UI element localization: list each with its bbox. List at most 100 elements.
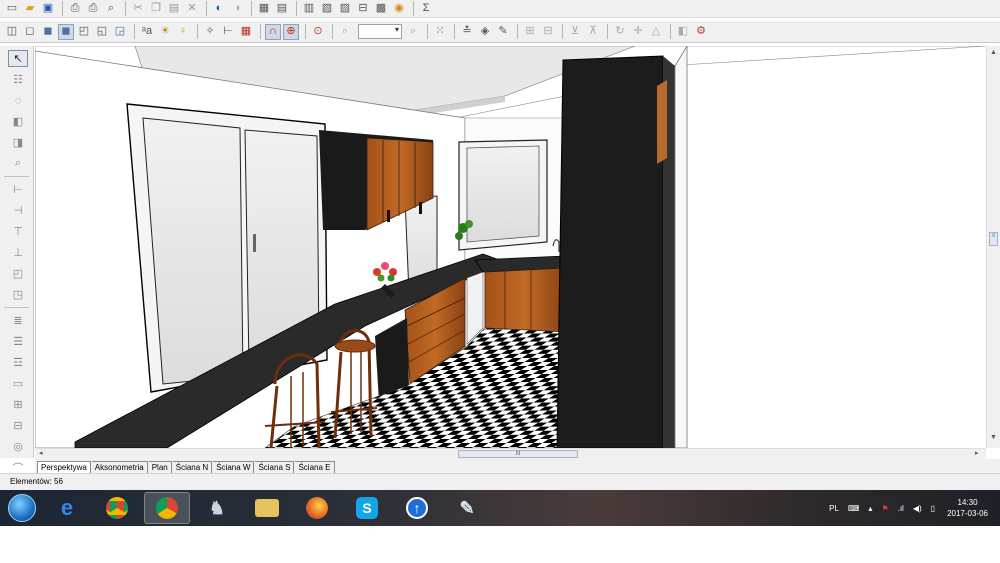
ungroup-icon[interactable]: ⊟ (540, 24, 556, 40)
door-tool-icon[interactable]: ◨ (8, 134, 28, 151)
counter-tool-icon[interactable]: ▭ (8, 375, 28, 392)
window-tool-icon[interactable]: ◧ (8, 113, 28, 130)
light-icon[interactable]: ☀ (157, 24, 173, 40)
magnet-icon[interactable]: ∩ (265, 23, 281, 40)
paste-icon[interactable]: ▤ (166, 1, 182, 17)
battery-icon[interactable]: ▯ (931, 504, 935, 513)
tab-aksonometria[interactable]: Aksonometria (91, 461, 148, 473)
fill-icon[interactable]: ◈ (477, 24, 493, 40)
volume-icon[interactable]: ◀) (913, 504, 922, 513)
keyboard-icon[interactable]: ⌨ (848, 504, 860, 513)
taskbar-internet-explorer[interactable]: e (44, 492, 90, 524)
shaded-edges-icon[interactable]: ◼ (58, 23, 74, 40)
zoom-out-icon[interactable]: ⌕ (337, 24, 353, 40)
panel-tool-icon[interactable]: ☲ (8, 354, 28, 371)
list-view-icon[interactable]: ▧ (319, 1, 335, 17)
molding-tool-icon[interactable]: ⊟ (8, 417, 28, 434)
scroll-down-icon[interactable]: ▼ (990, 434, 997, 441)
open-folder-icon[interactable]: ▰ (22, 1, 38, 17)
start-button[interactable] (4, 491, 40, 525)
clock[interactable]: 14:30 2017-03-06 (947, 497, 988, 519)
scroll-up-icon[interactable]: ▲ (990, 49, 997, 56)
cabinet-tool-2-icon[interactable]: ⊣ (8, 202, 28, 219)
print-setup-icon[interactable]: ⎙ (67, 1, 83, 17)
select-arrow-icon[interactable]: ↖ (8, 50, 28, 67)
taskbar-file-explorer[interactable] (244, 492, 290, 524)
zoom-in-icon[interactable]: ⌕ (405, 24, 421, 40)
cabinet-tool-3-icon[interactable]: ⊤ (8, 223, 28, 240)
taskbar-skype[interactable]: S (344, 492, 390, 524)
door-icon[interactable]: ◧ (675, 24, 691, 40)
print-icon[interactable]: ⎙ (85, 1, 101, 17)
warning-icon[interactable]: △ (648, 24, 664, 40)
sum-icon[interactable]: Σ (418, 1, 434, 17)
action-center-icon[interactable]: ⚑ (881, 504, 888, 513)
grid-snap-icon[interactable]: ⁙ (432, 24, 448, 40)
vertical-scrollbar[interactable]: ▲ ≡ ▼ (986, 46, 1000, 448)
cabinet-tool-4-icon[interactable]: ⊥ (8, 244, 28, 261)
settings-icon[interactable]: ⚙ (693, 24, 709, 40)
layers-icon[interactable]: ▥ (301, 1, 317, 17)
align-icon[interactable]: ≛ (459, 24, 475, 40)
view-cube-1-icon[interactable]: ◰ (76, 24, 92, 40)
tab-sciana-w[interactable]: Ściana W (213, 461, 255, 473)
taskbar-firefox[interactable] (294, 492, 340, 524)
properties-icon[interactable]: ▦ (256, 1, 272, 17)
show-hidden-icons-icon[interactable]: ▴ (868, 504, 872, 513)
language-indicator[interactable]: PL (829, 504, 839, 513)
zoom-target-icon[interactable]: ⊙ (310, 24, 326, 40)
snap-icon[interactable]: ⊕ (283, 23, 299, 40)
group-icon[interactable]: ⊞ (522, 24, 538, 40)
tab-perspektywa[interactable]: Perspektywa (37, 461, 91, 473)
copy-icon[interactable]: ❐ (148, 1, 164, 17)
horizontal-scroll-thumb[interactable]: III (458, 450, 578, 458)
shelf-tool-icon[interactable]: ≣ (8, 312, 28, 329)
object-list-icon[interactable]: ▨ (337, 1, 353, 17)
bulb-icon[interactable]: ♀ (175, 24, 191, 40)
shaded-icon[interactable]: ◼ (40, 24, 56, 40)
tab-plan[interactable]: Plan (148, 461, 172, 473)
appliance-tool-icon[interactable]: ◎ (8, 438, 28, 455)
save-icon[interactable]: ▣ (40, 1, 56, 17)
view-cube-2-icon[interactable]: ◱ (94, 24, 110, 40)
wall-tool-icon[interactable]: ☷ (8, 71, 28, 88)
cabinet-tool-5-icon[interactable]: ◰ (8, 265, 28, 282)
scroll-right-icon[interactable]: ▸ (975, 449, 979, 457)
redo-icon[interactable]: ◑ (229, 1, 245, 17)
text-label-icon[interactable]: ᵃa (139, 24, 155, 40)
move-icon[interactable]: ✛ (630, 24, 646, 40)
tab-sciana-s[interactable]: Ściana S (255, 461, 295, 473)
new-file-icon[interactable]: ▭ (4, 1, 20, 17)
taskbar-paint[interactable]: ✎ (444, 492, 490, 524)
camera-icon[interactable]: ✧ (202, 24, 218, 40)
mirror-v-icon[interactable]: ⊻ (567, 24, 583, 40)
undo-icon[interactable]: ◐ (211, 1, 227, 17)
scroll-left-icon[interactable]: ◂ (39, 449, 43, 457)
tab-sciana-e[interactable]: Ściana E (295, 461, 335, 473)
grid-icon[interactable]: ▦ (238, 24, 254, 40)
pen-icon[interactable]: ✎ (495, 24, 511, 40)
vertical-scroll-thumb[interactable]: ≡ (989, 232, 998, 246)
zoom-tool-icon[interactable]: ⌕ (8, 155, 28, 172)
drawer-tool-icon[interactable]: ☰ (8, 333, 28, 350)
measure-icon[interactable]: ⊟ (355, 1, 371, 17)
room-tool-icon[interactable]: ◌ (8, 92, 28, 109)
wireframe-icon[interactable]: ◫ (4, 24, 20, 40)
taskbar-chrome[interactable] (94, 492, 140, 524)
zoom-combo[interactable]: ▾ (358, 24, 402, 39)
horizontal-scrollbar[interactable]: ◂ III ▸ (35, 448, 986, 459)
view-cube-3-icon[interactable]: ◲ (112, 24, 128, 40)
taskbar-chrome-active[interactable] (144, 492, 190, 524)
taskbar-upload-app[interactable]: ↑ (394, 492, 440, 524)
cabinet-tool-1-icon[interactable]: ⊢ (8, 181, 28, 198)
hidden-line-icon[interactable]: ◻ (22, 24, 38, 40)
print-preview-icon[interactable]: ⌕ (103, 1, 119, 17)
delete-icon[interactable]: ✕ (184, 1, 200, 17)
rotate-icon[interactable]: ↻ (612, 24, 628, 40)
3d-viewport[interactable] (35, 46, 986, 448)
plinth-tool-icon[interactable]: ⊞ (8, 396, 28, 413)
tab-sciana-n[interactable]: Ściana N (172, 461, 213, 473)
mirror-h-icon[interactable]: ⊼ (585, 24, 601, 40)
render-icon[interactable]: ▩ (373, 1, 389, 17)
table-view-icon[interactable]: ▤ (274, 1, 290, 17)
